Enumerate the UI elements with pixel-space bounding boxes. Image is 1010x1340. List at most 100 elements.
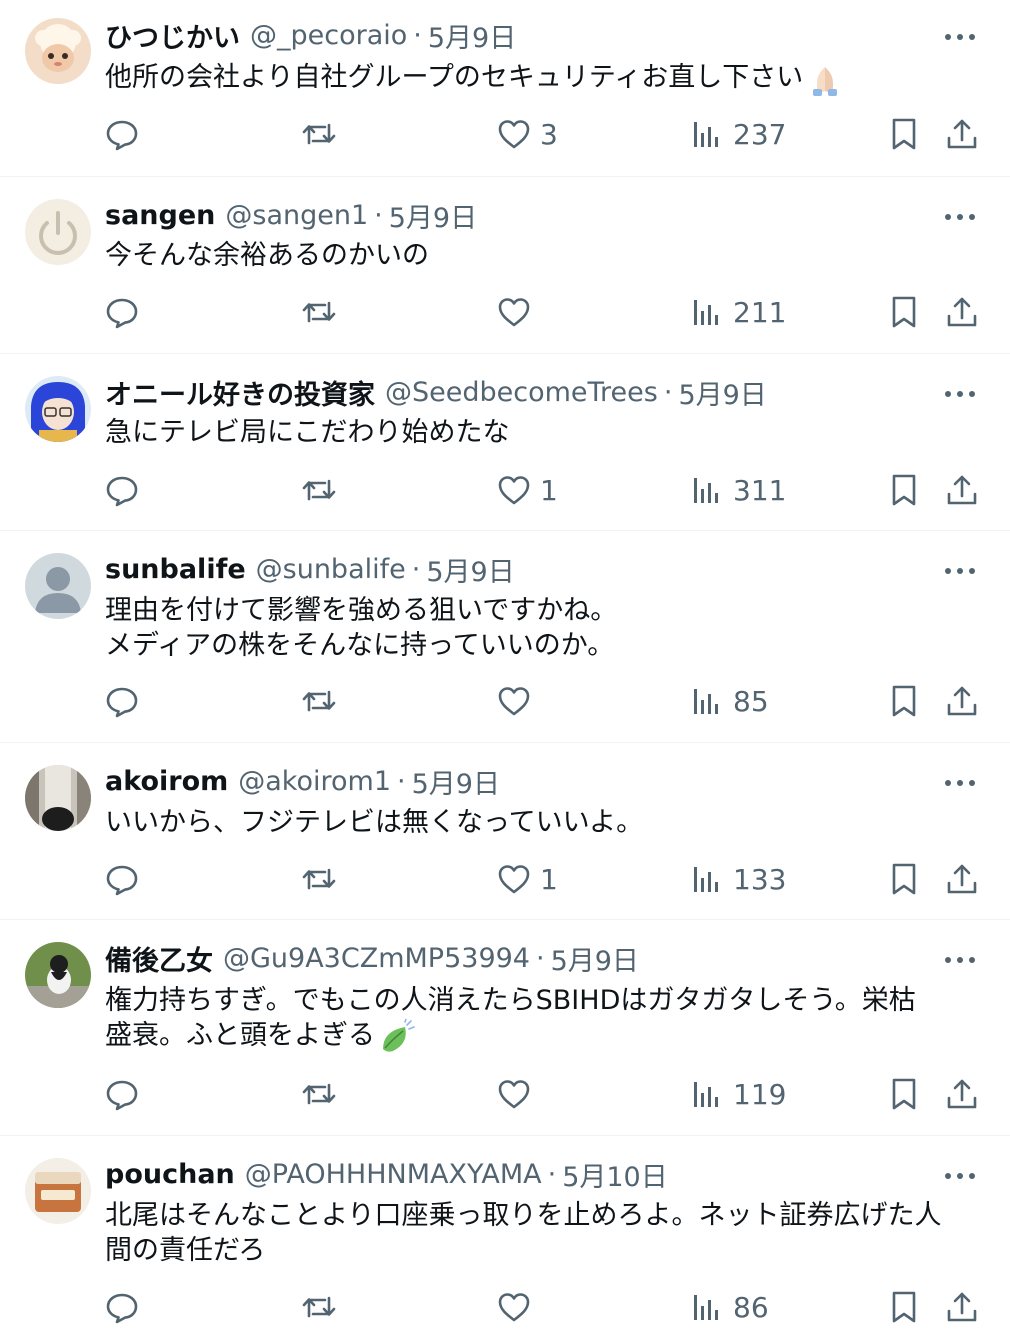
tweet[interactable]: sangen @sangen1 · 5月9日 今そんな余裕あるのかいの 211 bbox=[0, 177, 1010, 354]
repost-button[interactable] bbox=[301, 112, 337, 156]
views-button[interactable]: 211 bbox=[689, 290, 786, 334]
timestamp[interactable]: 5月9日 bbox=[678, 373, 766, 412]
repost-button[interactable] bbox=[301, 1285, 337, 1329]
repost-icon bbox=[302, 301, 336, 323]
tweet[interactable]: 備後乙女 @Gu9A3CZmMP53994 · 5月9日 権力持ちすぎ。でもこの… bbox=[0, 920, 1010, 1136]
reply-button[interactable] bbox=[104, 1072, 140, 1116]
tweet[interactable]: ひつじかい @_pecoraio · 5月9日 他所の会社より自社グループのセキ… bbox=[0, 0, 1010, 177]
display-name[interactable]: オニール好きの投資家 bbox=[105, 373, 375, 412]
repost-button[interactable] bbox=[301, 290, 337, 334]
like-button[interactable]: 3 bbox=[496, 112, 558, 156]
reply-button[interactable] bbox=[104, 857, 140, 901]
like-button[interactable]: 1 bbox=[496, 857, 558, 901]
bookmark-button[interactable] bbox=[886, 1072, 922, 1116]
tweet[interactable]: オニール好きの投資家 @SeedbecomeTrees · 5月9日 急にテレビ… bbox=[0, 354, 1010, 531]
share-icon bbox=[947, 475, 977, 505]
display-name[interactable]: 備後乙女 bbox=[105, 939, 213, 978]
repost-button[interactable] bbox=[301, 468, 337, 512]
tweet[interactable]: pouchan @PAOHHHNMAXYAMA · 5月10日 北尾はそんなこと… bbox=[0, 1136, 1010, 1339]
reply-icon bbox=[106, 1080, 138, 1111]
handle[interactable]: @PAOHHHNMAXYAMA bbox=[245, 1159, 542, 1190]
view-count: 85 bbox=[733, 684, 769, 718]
more-options-button[interactable] bbox=[940, 763, 980, 803]
tweet-text-line: いいから、フジテレビは無くなっていいよ。 bbox=[105, 807, 644, 838]
tweet-text-line: 間の責任だろ bbox=[105, 1235, 266, 1266]
avatar[interactable] bbox=[25, 553, 91, 619]
bookmark-icon bbox=[892, 1291, 916, 1323]
display-name[interactable]: pouchan bbox=[105, 1159, 235, 1190]
repost-button[interactable] bbox=[301, 679, 337, 723]
like-button[interactable] bbox=[496, 290, 540, 334]
avatar[interactable] bbox=[25, 199, 91, 265]
avatar[interactable] bbox=[25, 765, 91, 831]
handle[interactable]: @Gu9A3CZmMP53994 bbox=[223, 943, 530, 974]
display-name[interactable]: ひつじかい bbox=[105, 16, 240, 55]
tweet-text: 急にテレビ局にこだわり始めたな bbox=[105, 415, 509, 450]
more-options-button[interactable] bbox=[940, 940, 980, 980]
reply-button[interactable] bbox=[104, 290, 140, 334]
timestamp[interactable]: 5月9日 bbox=[428, 16, 516, 55]
like-button[interactable] bbox=[496, 1072, 540, 1116]
handle[interactable]: @SeedbecomeTrees bbox=[385, 377, 658, 408]
avatar[interactable] bbox=[25, 1158, 91, 1224]
share-button[interactable] bbox=[944, 112, 980, 156]
repost-button[interactable] bbox=[301, 857, 337, 901]
like-button[interactable]: 1 bbox=[496, 468, 558, 512]
share-button[interactable] bbox=[944, 857, 980, 901]
bookmark-button[interactable] bbox=[886, 679, 922, 723]
share-button[interactable] bbox=[944, 1072, 980, 1116]
timestamp[interactable]: 5月9日 bbox=[412, 762, 500, 801]
views-button[interactable]: 237 bbox=[689, 112, 786, 156]
heart-icon bbox=[498, 865, 530, 894]
like-count: 1 bbox=[540, 473, 558, 507]
display-name[interactable]: sunbalife bbox=[105, 554, 246, 585]
timestamp[interactable]: 5月9日 bbox=[426, 550, 514, 589]
share-button[interactable] bbox=[944, 1285, 980, 1329]
bookmark-button[interactable] bbox=[886, 857, 922, 901]
views-button[interactable]: 311 bbox=[689, 468, 786, 512]
timestamp[interactable]: 5月9日 bbox=[551, 939, 639, 978]
tweet-header: オニール好きの投資家 @SeedbecomeTrees · 5月9日 bbox=[105, 372, 767, 412]
like-count: 1 bbox=[540, 862, 558, 896]
handle[interactable]: @sangen1 bbox=[225, 200, 368, 231]
tweet[interactable]: akoirom @akoirom1 · 5月9日 いいから、フジテレビは無くなっ… bbox=[0, 743, 1010, 920]
share-button[interactable] bbox=[944, 679, 980, 723]
avatar[interactable] bbox=[25, 18, 91, 84]
view-count: 86 bbox=[733, 1290, 769, 1324]
share-button[interactable] bbox=[944, 290, 980, 334]
more-options-button[interactable] bbox=[940, 17, 980, 57]
reply-icon bbox=[106, 687, 138, 718]
bookmark-button[interactable] bbox=[886, 1285, 922, 1329]
repost-icon bbox=[302, 123, 336, 145]
like-button[interactable] bbox=[496, 679, 540, 723]
more-options-button[interactable] bbox=[940, 197, 980, 237]
timestamp[interactable]: 5月10日 bbox=[562, 1155, 668, 1194]
handle[interactable]: @akoirom1 bbox=[238, 766, 391, 797]
more-options-button[interactable] bbox=[940, 551, 980, 591]
display-name[interactable]: akoirom bbox=[105, 766, 228, 797]
views-button[interactable]: 86 bbox=[689, 1285, 769, 1329]
timestamp[interactable]: 5月9日 bbox=[389, 196, 477, 235]
views-button[interactable]: 133 bbox=[689, 857, 786, 901]
display-name[interactable]: sangen bbox=[105, 200, 215, 231]
reply-button[interactable] bbox=[104, 679, 140, 723]
avatar[interactable] bbox=[25, 376, 91, 442]
more-options-button[interactable] bbox=[940, 374, 980, 414]
more-options-button[interactable] bbox=[940, 1156, 980, 1196]
reply-button[interactable] bbox=[104, 468, 140, 512]
repost-button[interactable] bbox=[301, 1072, 337, 1116]
handle[interactable]: @sunbalife bbox=[256, 554, 406, 585]
reply-button[interactable] bbox=[104, 1285, 140, 1329]
share-button[interactable] bbox=[944, 468, 980, 512]
tweet-header: 備後乙女 @Gu9A3CZmMP53994 · 5月9日 bbox=[105, 938, 639, 978]
bookmark-button[interactable] bbox=[886, 290, 922, 334]
views-button[interactable]: 119 bbox=[689, 1072, 786, 1116]
bookmark-button[interactable] bbox=[886, 468, 922, 512]
handle[interactable]: @_pecoraio bbox=[250, 20, 407, 51]
tweet[interactable]: sunbalife @sunbalife · 5月9日 理由を付けて影響を強める… bbox=[0, 531, 1010, 743]
bookmark-button[interactable] bbox=[886, 112, 922, 156]
like-button[interactable] bbox=[496, 1285, 540, 1329]
avatar[interactable] bbox=[25, 942, 91, 1008]
views-button[interactable]: 85 bbox=[689, 679, 769, 723]
reply-button[interactable] bbox=[104, 112, 140, 156]
